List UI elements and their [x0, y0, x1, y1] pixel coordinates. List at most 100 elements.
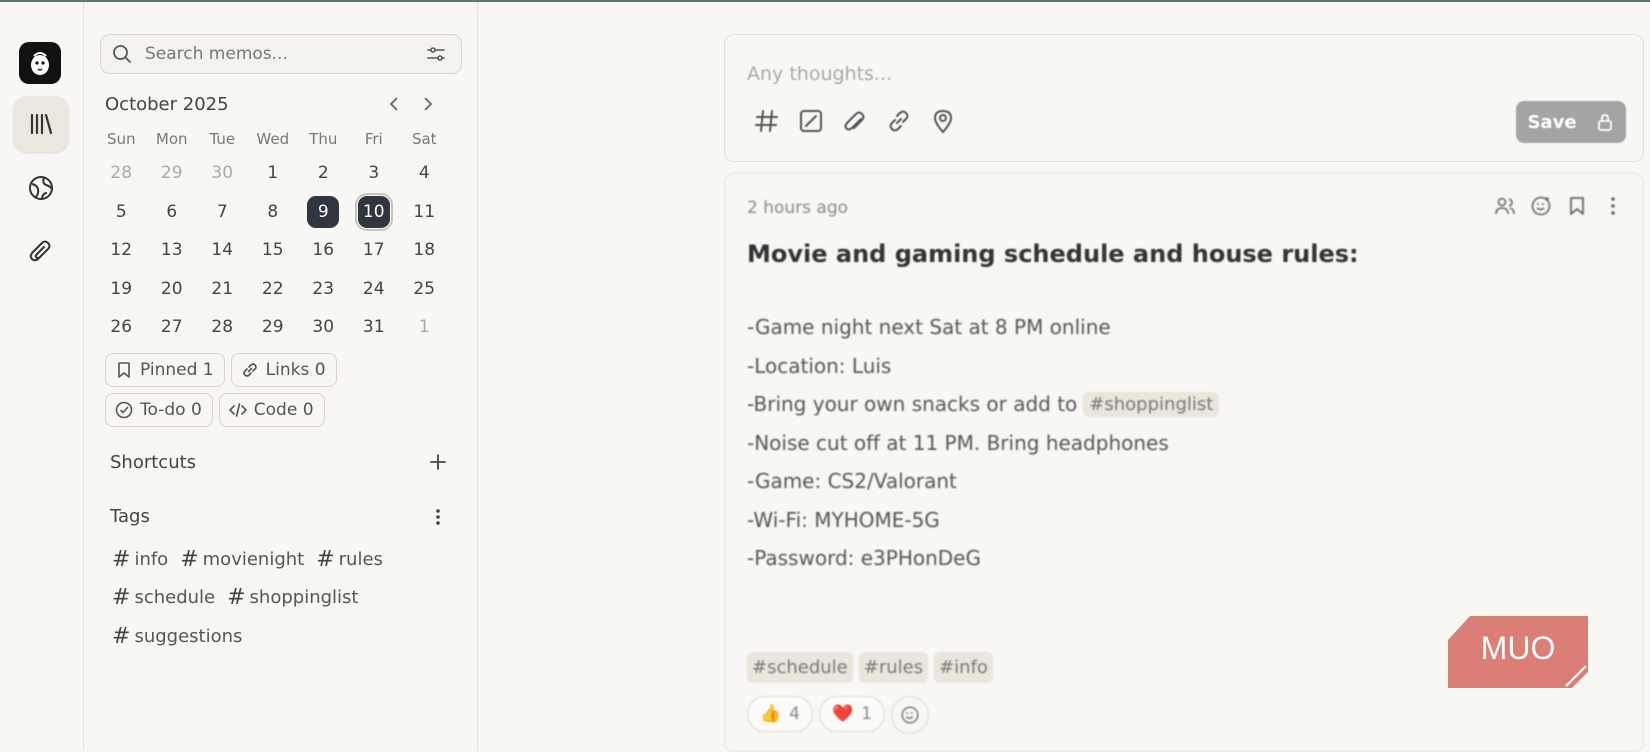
- hash-icon: #: [180, 546, 199, 572]
- memo-editor[interactable]: Any thoughts... Save: [724, 34, 1644, 162]
- memo-tag[interactable]: #info: [934, 652, 993, 683]
- memo-tag[interactable]: #rules: [858, 652, 929, 683]
- checkbox-icon[interactable]: [797, 107, 825, 135]
- tag-row: # info # movienight # rules: [112, 540, 442, 579]
- calendar-header: October 2025: [105, 92, 455, 120]
- calendar-day[interactable]: 4: [399, 157, 450, 189]
- tag-item[interactable]: # suggestions: [112, 624, 242, 649]
- prev-month-icon[interactable]: [383, 92, 407, 116]
- tag-item[interactable]: # info: [112, 547, 168, 572]
- weekday-label: Tue: [209, 130, 236, 148]
- tag-item[interactable]: # rules: [316, 547, 383, 572]
- location-pin-icon[interactable]: [929, 107, 957, 135]
- reactions-row: 👍 4 ❤️ 1: [747, 696, 929, 734]
- tags-more-icon[interactable]: [426, 505, 450, 529]
- memo-tag[interactable]: #schedule: [747, 652, 853, 683]
- calendar-day[interactable]: 18: [399, 234, 450, 266]
- editor-placeholder[interactable]: Any thoughts...: [747, 63, 892, 85]
- memo-actions: [1493, 194, 1625, 218]
- calendar-day[interactable]: 11: [399, 196, 450, 228]
- memo-title: Movie and gaming schedule and house rule…: [747, 240, 1359, 268]
- calendar-day[interactable]: 24: [349, 273, 400, 305]
- tag-list: # info # movienight # rules # schedule # shop…: [112, 540, 442, 656]
- app-logo-icon[interactable]: [19, 42, 61, 84]
- calendar-day[interactable]: 1: [399, 311, 450, 343]
- next-month-icon[interactable]: [415, 92, 439, 116]
- bookmark-icon[interactable]: [1565, 194, 1589, 218]
- calendar-week: 19 20 21 22 23 24 25: [96, 270, 450, 309]
- calendar-day[interactable]: 21: [197, 273, 248, 305]
- calendar-day[interactable]: 29: [147, 157, 198, 189]
- pinned-filter-button[interactable]: Pinned 1: [105, 353, 225, 387]
- calendar-day[interactable]: 15: [248, 234, 299, 266]
- links-label: Links 0: [265, 360, 326, 380]
- library-icon[interactable]: [13, 96, 69, 152]
- calendar-day[interactable]: 8: [248, 196, 299, 228]
- pinned-label: Pinned 1: [140, 360, 214, 380]
- calendar-day[interactable]: 28: [197, 311, 248, 343]
- calendar-day[interactable]: 14: [197, 234, 248, 266]
- weekday-label: Wed: [256, 130, 290, 148]
- links-filter-button[interactable]: Links 0: [230, 353, 337, 387]
- editor-toolbar: [753, 107, 957, 135]
- inline-tag[interactable]: #shoppinglist: [1083, 391, 1220, 417]
- calendar-grid: Sun Mon Tue Wed Thu Fri Sat 28 29 30 1 2…: [96, 124, 450, 347]
- calendar-day[interactable]: 20: [147, 273, 198, 305]
- reaction-thumbs-up[interactable]: 👍 4: [747, 696, 813, 732]
- calendar-day[interactable]: 19: [96, 273, 147, 305]
- calendar-day[interactable]: 30: [298, 311, 349, 343]
- calendar-day[interactable]: 1: [248, 157, 299, 189]
- more-options-icon[interactable]: [1601, 194, 1625, 218]
- add-reaction-button[interactable]: [891, 696, 929, 734]
- users-visibility-icon[interactable]: [1493, 194, 1517, 218]
- memo-line: -Game: CS2/Valorant: [747, 469, 957, 494]
- calendar-day[interactable]: 5: [96, 196, 147, 228]
- memo-line: -Bring your own snacks or add to #shoppin…: [747, 385, 1220, 424]
- calendar-day[interactable]: 17: [349, 234, 400, 266]
- calendar-day[interactable]: 27: [147, 311, 198, 343]
- hash-icon: #: [227, 585, 246, 611]
- calendar-day[interactable]: 13: [147, 234, 198, 266]
- calendar-day-selected[interactable]: 9: [298, 195, 349, 228]
- attachments-paperclip-icon[interactable]: [13, 224, 69, 280]
- reaction-heart[interactable]: ❤️ 1: [819, 696, 885, 732]
- tag-item[interactable]: # shoppinglist: [227, 585, 358, 610]
- search-icon: [113, 45, 131, 63]
- memo-line: -Game night next Sat at 8 PM online: [747, 315, 1111, 340]
- todo-filter-button[interactable]: To-do 0: [105, 393, 213, 427]
- calendar-day[interactable]: 16: [298, 234, 349, 266]
- hashtag-icon[interactable]: [753, 107, 781, 135]
- calendar-day[interactable]: 3: [349, 157, 400, 189]
- add-shortcut-icon[interactable]: [426, 450, 450, 474]
- explore-globe-icon[interactable]: [13, 160, 69, 216]
- calendar-day[interactable]: 6: [147, 196, 198, 228]
- calendar-day[interactable]: 23: [298, 273, 349, 305]
- calendar-day[interactable]: 2: [298, 157, 349, 189]
- calendar-day[interactable]: 7: [197, 196, 248, 228]
- calendar-day[interactable]: 12: [96, 234, 147, 266]
- search-input[interactable]: [143, 43, 417, 65]
- calendar-day[interactable]: 25: [399, 273, 450, 305]
- link-icon[interactable]: [885, 107, 913, 135]
- calendar-day[interactable]: 28: [96, 157, 147, 189]
- add-reaction-icon[interactable]: [1529, 194, 1553, 218]
- paperclip-icon[interactable]: [841, 107, 869, 135]
- tag-item[interactable]: # movienight: [180, 547, 304, 572]
- search-box: [100, 34, 462, 74]
- calendar-day[interactable]: 30: [197, 157, 248, 189]
- filter-settings-icon[interactable]: [425, 43, 447, 65]
- calendar-day[interactable]: 26: [96, 311, 147, 343]
- memo-line: -Location: Luis: [747, 353, 892, 378]
- calendar-month-label: October 2025: [105, 94, 229, 115]
- calendar-day[interactable]: 31: [349, 311, 400, 343]
- reaction-count: 4: [789, 704, 800, 724]
- code-filter-button[interactable]: Code 0: [218, 393, 325, 427]
- calendar-day-today[interactable]: 10: [349, 192, 400, 231]
- save-button[interactable]: Save: [1516, 101, 1626, 143]
- calendar-day[interactable]: 29: [248, 311, 299, 343]
- calendar-day[interactable]: 22: [248, 273, 299, 305]
- memo-line: -Wi-Fi: MYHOME-5G: [747, 507, 940, 532]
- weekday-label: Sat: [411, 130, 437, 148]
- tag-item[interactable]: # schedule: [112, 585, 215, 610]
- muo-watermark-logo: MUO: [1448, 616, 1588, 688]
